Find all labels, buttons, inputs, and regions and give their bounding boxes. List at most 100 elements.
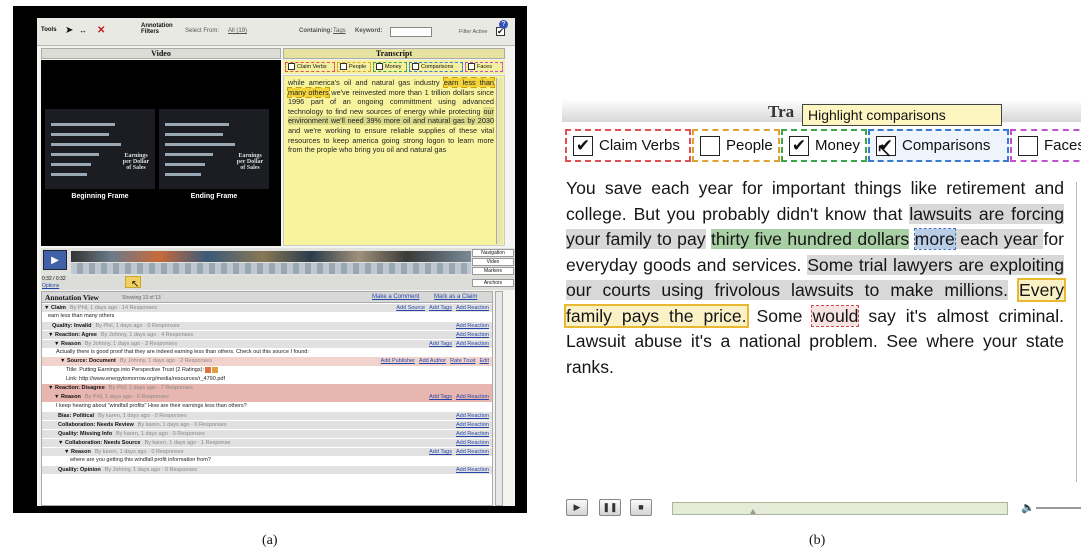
annotation-action-link[interactable]: Add Reaction — [456, 422, 489, 428]
annotation-label: Collaboration: Needs Review — [58, 422, 134, 428]
annotation-row[interactable]: ▼ Reason By karen, 1 days ago · 0 Respons… — [42, 447, 492, 456]
navigation-strip[interactable] — [71, 251, 471, 262]
beginning-frame-label: Beginning Frame — [71, 193, 129, 200]
annotation-action-link[interactable]: Add Reaction — [456, 332, 489, 338]
category-people[interactable]: People — [337, 62, 371, 72]
annotation-row[interactable]: ▼ Reason By Johnny, 1 days ago · 3 Respon… — [42, 339, 492, 348]
annotation-action-link[interactable]: Add Tags — [429, 394, 452, 400]
panel-a-screenshot: Tools ➤ ↔ ✕ Annotation Filters Select Fr… — [13, 6, 527, 513]
category-money[interactable]: Money — [373, 62, 407, 72]
highlight-money[interactable]: thirty five hundred dollars — [710, 229, 910, 249]
checkbox[interactable] — [376, 63, 383, 71]
annotation-action-link[interactable]: Add Tags — [429, 341, 452, 347]
checkbox[interactable] — [1018, 136, 1038, 157]
containing-link[interactable]: Tags — [333, 28, 346, 34]
annotation-action-link[interactable]: Rate Trust — [450, 358, 475, 364]
category-comparisons[interactable]: Comparisons — [409, 62, 463, 72]
containing-label: Containing: — [299, 28, 333, 34]
annotation-label: Quality: Invalid — [52, 323, 92, 329]
timeline: ▶ Navigation Video Markers — [41, 248, 515, 276]
annotation-action-link[interactable]: Add Publisher — [381, 358, 415, 364]
beginning-frame-thumbnail: Earnings per Dollar of Sales — [45, 109, 155, 189]
checkbox[interactable] — [412, 63, 419, 71]
annotation-action-link[interactable]: Add Reaction — [456, 323, 489, 329]
keyword-input[interactable] — [390, 27, 432, 37]
transcript-text[interactable]: You save each year for important things … — [563, 176, 1067, 426]
annotation-row[interactable]: ▼ Claim By Phil, 1 days ago · 14 Response… — [42, 303, 492, 312]
annotation-action-link[interactable]: Add Reaction — [456, 431, 489, 437]
delete-tool-icon[interactable]: ✕ — [97, 26, 105, 36]
checkbox[interactable] — [700, 136, 720, 157]
checkbox[interactable]: ✔ — [573, 136, 593, 157]
seek-thumb[interactable] — [750, 508, 756, 514]
annotation-meta: By Johnny, 1 days ago · 4 Responses — [100, 332, 194, 338]
checkbox[interactable]: ✔ — [789, 136, 809, 157]
highlight-comparison[interactable]: more — [913, 228, 956, 250]
annotation-meta: By karen, 1 days ago · 1 Response — [144, 440, 231, 446]
volume-slider[interactable] — [1036, 507, 1081, 509]
annotation-row[interactable]: ▼ Reaction: Agree By Johnny, 1 days ago ·… — [42, 330, 492, 339]
category-money[interactable]: ✔ Money — [781, 129, 867, 162]
annotation-action-link[interactable]: Add Reaction — [456, 449, 489, 455]
annotation-row[interactable]: ▼ Reaction: Disagree By Phil, 1 days ago … — [42, 384, 492, 393]
keyword-label: Keyword: — [355, 28, 383, 34]
annotation-meta: By karen, 1 days ago · 0 Responses — [94, 449, 184, 455]
range-tool-icon[interactable]: ↔ — [79, 26, 87, 36]
cursor-icon: ↖ — [131, 279, 140, 290]
category-claim-verbs[interactable]: ✔ Claim Verbs — [565, 129, 691, 162]
stop-button[interactable]: ■ — [630, 499, 652, 516]
make-comment-link[interactable]: Make a Comment — [372, 294, 419, 300]
seek-bar[interactable] — [672, 502, 1008, 515]
annotation-row[interactable]: ▼ Reason By Phil, 1 days ago · 6 Response… — [42, 393, 492, 402]
options-link[interactable]: Options — [42, 283, 59, 289]
annotation-row[interactable]: ▼ Collaboration: Needs Source By karen, 1… — [42, 438, 492, 447]
showing-count: Showing 13 of 13 — [122, 295, 161, 301]
category-claim-verbs[interactable]: Claim Verbs — [285, 62, 335, 72]
annotation-row[interactable]: Quality: Invalid By Phil, 1 days ago · 0 … — [42, 321, 492, 330]
volume-icon[interactable]: 🔈 — [1021, 501, 1035, 514]
ending-frame-label: Ending Frame — [190, 193, 238, 200]
transcript-scrollbar[interactable] — [496, 78, 503, 244]
help-icon[interactable]: ? — [499, 20, 508, 29]
annotation-row[interactable]: Quality: Missing Info By karen, 1 days ag… — [42, 429, 492, 438]
annotation-action-link[interactable]: Add Author — [419, 358, 446, 364]
annotation-body: earn less than many others — [48, 313, 115, 319]
play-button[interactable]: ▶ — [566, 499, 588, 516]
annotation-row[interactable]: ▼ Source: Document By Johnny, 1 days ago … — [42, 357, 492, 366]
mark-as-claim-link[interactable]: Mark as a Claim — [434, 294, 477, 300]
annotation-action-link[interactable]: Add Source — [396, 305, 425, 311]
frame-overlay-text: Earnings per Dollar of Sales — [236, 153, 264, 171]
annotation-row[interactable]: Collaboration: Needs Review By karen, 1 d… — [42, 420, 492, 429]
checkbox[interactable] — [288, 63, 295, 71]
checkbox[interactable] — [468, 63, 475, 71]
annotation-scrollbar[interactable] — [495, 291, 503, 506]
annotation-action-link[interactable]: Add Reaction — [456, 341, 489, 347]
category-faces[interactable]: Faces — [1010, 129, 1081, 162]
video-strip[interactable] — [71, 263, 471, 274]
annotation-action-link[interactable]: Edit — [480, 358, 489, 364]
annotation-action-link[interactable]: Add Tags — [429, 449, 452, 455]
annotation-meta: By Phil, 1 days ago · 14 Responses — [69, 305, 158, 311]
annotation-action-link[interactable]: Add Reaction — [456, 394, 489, 400]
category-faces[interactable]: Faces — [465, 62, 503, 72]
mouse-cursor-icon: ↖ — [876, 140, 893, 162]
transcript-scrollbar[interactable] — [1076, 182, 1081, 482]
annotation-meta: By Johnny, 1 days ago · 2 Responses — [119, 358, 213, 364]
annotation-action-link[interactable]: Add Reaction — [456, 413, 489, 419]
select-from-link[interactable]: All (19) — [228, 28, 247, 34]
annotation-action-link[interactable]: Add Reaction — [456, 467, 489, 473]
video-player[interactable]: Earnings per Dollar of Sales Earnings pe… — [41, 60, 281, 246]
annotation-action-link[interactable]: Add Reaction — [456, 440, 489, 446]
pause-button[interactable]: ❚❚ — [599, 499, 621, 516]
pointer-tool-icon[interactable]: ➤ — [65, 26, 73, 36]
play-button[interactable]: ▶ — [43, 250, 67, 270]
transcript-text-area[interactable]: while america's oil and natural gas indu… — [283, 75, 505, 246]
highlight-claim-verb[interactable]: would — [811, 304, 860, 327]
annotation-row[interactable]: Quality: Opinion By Johnny, 1 days ago · … — [42, 465, 492, 474]
checkbox[interactable] — [340, 63, 347, 71]
annotation-action-link[interactable]: Add Reaction — [456, 305, 489, 311]
markers-track[interactable]: 0:32 / 0:32 Options ↖ Anchors — [41, 276, 515, 290]
annotation-row[interactable]: Bias: Political By karen, 1 days ago · 0 … — [42, 411, 492, 420]
annotation-action-link[interactable]: Add Tags — [429, 305, 452, 311]
category-people[interactable]: People — [692, 129, 780, 162]
